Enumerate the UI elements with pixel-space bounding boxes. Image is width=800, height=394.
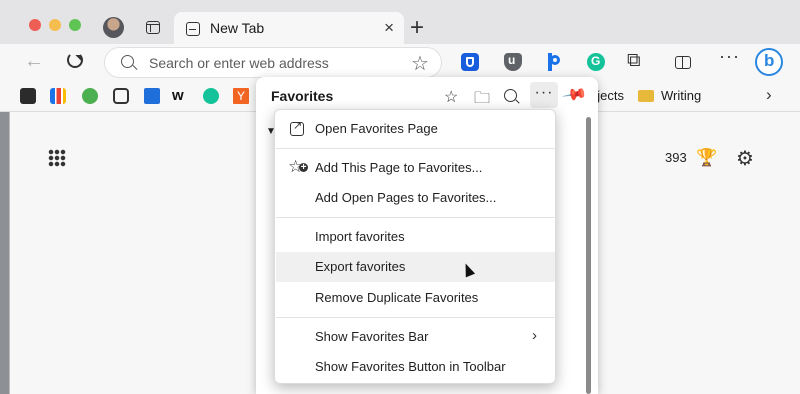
menu-item-export-favorites[interactable]: Export favorites [276,252,555,282]
new-tab-button[interactable]: + [410,14,424,42]
menu-item-label: Show Favorites Button in Toolbar [315,359,506,374]
gear-icon[interactable]: ⚙ [736,146,754,171]
w-logo-icon[interactable]: w [172,87,184,104]
menu-item-label: Show Favorites Bar [315,329,429,344]
chevron-right-icon[interactable]: › [766,85,772,105]
search-favorites-icon[interactable] [504,89,517,102]
bing-copilot-icon[interactable] [755,48,783,76]
split-screen-icon[interactable] [675,56,691,69]
mail-icon[interactable] [113,88,129,104]
menu-item-open-favorites-page[interactable]: Open Favorites Page [276,114,555,144]
trophy-icon[interactable]: 🏆 [696,148,717,168]
menu-item-label: Export favorites [315,259,406,274]
menu-item-show-favorites-bar[interactable]: Show Favorites Bar › [276,322,555,352]
menu-item-remove-duplicates[interactable]: Remove Duplicate Favorites [276,283,555,313]
favorites-more-menu: Open Favorites Page ☆ Add This Page to F… [274,109,556,384]
docs-icon[interactable] [144,88,160,104]
refresh-icon[interactable] [67,52,83,68]
add-favorite-icon: ☆ [288,157,309,177]
pin-icon[interactable]: 📌 [561,81,589,109]
bitwarden-extension-icon[interactable] [461,53,479,71]
tab-strip: New Tab × + [0,0,800,46]
tab-actions-icon[interactable] [146,21,160,34]
settings-and-more-icon[interactable]: ··· [719,46,740,67]
p-extension-icon[interactable] [546,53,564,71]
new-tab-favicon-icon [186,22,200,36]
play-icon[interactable] [82,88,98,104]
grammarly-icon[interactable] [203,88,219,104]
open-external-icon [290,119,304,136]
menu-divider [276,148,555,149]
menu-item-label: Open Favorites Page [315,121,438,136]
scrollbar[interactable] [586,117,591,394]
grammarly-extension-icon[interactable] [587,53,605,71]
extensions-puzzle-icon[interactable]: ⧉ [627,50,641,72]
search-icon [121,55,134,68]
menu-item-label: Add This Page to Favorites... [315,160,483,175]
favorites-flyout-title: Favorites [271,88,334,104]
ublock-extension-icon[interactable] [504,53,522,71]
menu-divider [276,217,555,218]
menu-item-label: Import favorites [315,229,405,244]
menu-item-import-favorites[interactable]: Import favorites [276,222,555,252]
add-favorite-star-icon[interactable]: ☆ [411,51,429,76]
profile-avatar[interactable] [103,17,124,38]
menu-item-add-open-pages[interactable]: Add Open Pages to Favorites... [276,183,555,213]
more-options-button[interactable]: ··· [530,82,558,108]
back-icon[interactable]: ← [24,50,44,73]
menu-item-add-this-page[interactable]: ☆ Add This Page to Favorites... [276,153,555,183]
add-favorite-icon[interactable]: ☆ [444,87,458,107]
folder-icon[interactable] [638,90,654,102]
tab-new-tab[interactable]: New Tab × [174,12,404,46]
close-tab-icon[interactable]: × [384,18,394,38]
address-bar[interactable]: ☆ [104,47,442,78]
menu-divider [276,317,555,318]
favorites-bar-item-writing[interactable]: Writing [661,88,701,103]
menu-item-label: Remove Duplicate Favorites [315,290,479,305]
zoom-window-button[interactable] [69,19,81,31]
close-window-button[interactable] [29,19,41,31]
address-input[interactable] [149,53,399,73]
minimize-window-button[interactable] [49,19,61,31]
tab-title: New Tab [210,20,265,36]
monitor-icon[interactable] [20,88,36,104]
apps-grid-icon[interactable] [48,149,66,167]
menu-item-label: Add Open Pages to Favorites... [315,190,497,205]
chevron-right-icon: › [532,327,537,344]
rewards-points-count[interactable]: 393 [665,150,687,165]
y-combinator-icon[interactable]: Y [233,88,249,104]
menu-item-show-favorites-button[interactable]: Show Favorites Button in Toolbar [276,352,555,382]
chart-icon[interactable] [50,88,66,104]
